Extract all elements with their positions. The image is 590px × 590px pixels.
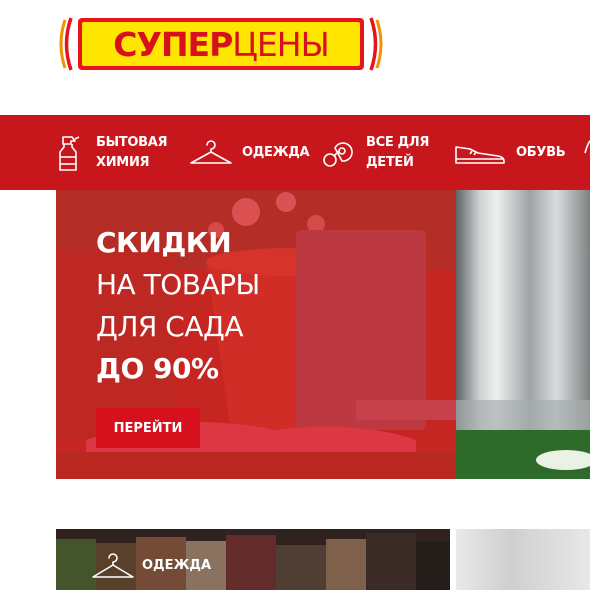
nav-label-clothing: ОДЕЖДА — [242, 143, 310, 163]
hero-line-4: ДО 90% — [96, 352, 219, 385]
nav-label-line: ДЕТЕЙ — [366, 154, 414, 170]
pacifier-icon — [323, 141, 353, 167]
hero-next-slide-photo — [456, 190, 590, 479]
page: СУПЕР ЦЕНЫ БЫТОВАЯ ХИМИЯ ОДЕЖДА ВСЕ ДЛЯ … — [0, 0, 590, 590]
metal-bucket-illustration — [456, 400, 590, 479]
nav-item-clothing[interactable]: ОДЕЖДА — [188, 115, 310, 190]
nav-label-shoes: ОБУВЬ — [516, 143, 566, 163]
logo-text-light: ЦЕНЫ — [232, 24, 329, 64]
hero-line-1: СКИДКИ — [96, 226, 232, 259]
hero-headline: СКИДКИ НА ТОВАРЫ ДЛЯ САДА ДО 90% — [96, 222, 260, 390]
nav-item-household-chemicals[interactable]: БЫТОВАЯ ХИМИЯ — [54, 115, 167, 190]
nav-label-line: БЫТОВАЯ — [96, 134, 168, 150]
next-category-icon-fragment — [584, 139, 590, 153]
logo-wordmark: СУПЕР ЦЕНЫ — [82, 23, 360, 65]
category-tile-label: ОДЕЖДА — [142, 558, 212, 573]
nav-label-household-chemicals: БЫТОВАЯ ХИМИЯ — [96, 133, 167, 173]
hero-line-3: ДЛЯ САДА — [96, 310, 244, 343]
hanger-icon — [190, 139, 232, 164]
nav-label-kids: ВСЕ ДЛЯ ДЕТЕЙ — [366, 133, 429, 173]
nav-label-line: ХИМИЯ — [96, 154, 150, 170]
category-tile-next[interactable] — [456, 529, 590, 590]
nav-label-line: ОДЕЖДА — [242, 144, 310, 160]
category-tile-clothing[interactable]: ОДЕЖДА — [56, 529, 450, 590]
nav-item-kids[interactable]: ВСЕ ДЛЯ ДЕТЕЙ — [320, 115, 429, 190]
category-nav: БЫТОВАЯ ХИМИЯ ОДЕЖДА ВСЕ ДЛЯ ДЕТЕЙ ОБУВЬ — [0, 115, 590, 190]
sneaker-icon — [455, 145, 505, 164]
nav-label-line: ОБУВЬ — [516, 144, 566, 160]
hero-banner[interactable]: СКИДКИ НА ТОВАРЫ ДЛЯ САДА ДО 90% ПЕРЕЙТИ — [56, 190, 590, 479]
hero-go-button[interactable]: ПЕРЕЙТИ — [96, 408, 200, 448]
site-logo[interactable]: СУПЕР ЦЕНЫ — [56, 14, 386, 74]
logo-text-bold: СУПЕР — [113, 24, 233, 64]
hero-line-2: НА ТОВАРЫ — [96, 268, 260, 301]
nav-item-shoes[interactable]: ОБУВЬ — [454, 115, 566, 190]
nav-label-line: ВСЕ ДЛЯ — [366, 134, 430, 150]
spray-bottle-icon — [59, 135, 80, 171]
hanger-icon — [92, 553, 134, 578]
nav-item-more[interactable] — [584, 115, 590, 190]
